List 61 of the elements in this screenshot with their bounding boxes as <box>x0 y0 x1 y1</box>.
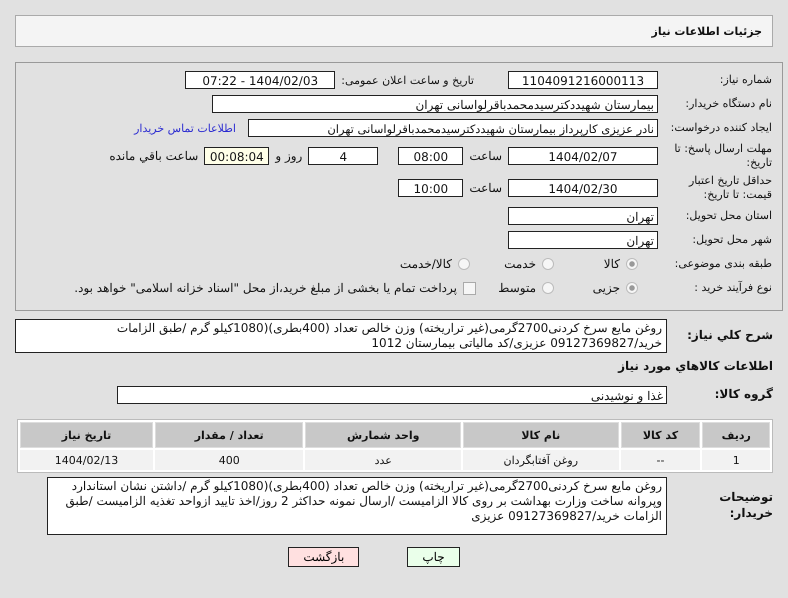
radio-label: کالا <box>602 257 620 271</box>
remaining-time-field: 00:08:04 <box>204 147 270 165</box>
time-label: ساعت <box>469 149 502 163</box>
column-header: کد کالا <box>620 422 700 448</box>
field-label: گروه کالا: <box>714 387 773 403</box>
radio-button[interactable] <box>542 258 554 270</box>
table-cell: روغن آفتابگردان <box>463 450 619 470</box>
need-number-field: 1104091216000113 <box>508 71 658 89</box>
radio-label: خدمت <box>503 257 536 271</box>
field-label: حداقل تاریخ اعتبار قیمت: تا تاریخ: <box>688 174 772 202</box>
validity-time-field: 10:00 <box>398 179 464 197</box>
radio-button[interactable] <box>542 282 554 294</box>
deadline-date-field: 1404/02/07 <box>508 147 658 165</box>
summary-field: روغن مایع سرخ کردنی2700گرمی(غیر تراریخته) وزن خالص تعداد (400بطری)(1080کیلو گرم /طبق الزامات خرید/09127369827 عزیزی/کد مالیاتی بیمارستان 1012 <box>15 319 667 353</box>
section-title: اطلاعات كالاهاي مورد نياز <box>616 359 773 373</box>
field-label: شرح كلي نياز: <box>686 328 773 344</box>
validity-date-field: 1404/02/30 <box>508 179 658 197</box>
time-label: ساعت <box>469 181 502 195</box>
days-field: 4 <box>308 147 378 165</box>
buyer-contact-link[interactable]: اطلاعات تماس خریدار <box>134 122 236 134</box>
table-cell: 400 <box>155 450 304 470</box>
radio-button[interactable] <box>626 258 638 270</box>
column-header: تاریخ نیاز <box>20 422 154 448</box>
field-label: نام دستگاه خریدار: <box>684 96 772 112</box>
city-field: تهران <box>508 231 658 249</box>
back-button[interactable]: بازگشت <box>288 547 360 567</box>
field-label: شهر محل تحویل: <box>691 232 772 248</box>
radio-label: متوسط <box>497 281 536 295</box>
field-label: توضیحات خریدار: <box>718 490 773 522</box>
field-label: تاریخ و ساعت اعلان عمومی: <box>341 74 474 86</box>
radio-label: کالا/خدمت <box>400 257 452 271</box>
column-header: نام کالا <box>463 422 619 448</box>
column-header: ردیف <box>702 422 770 448</box>
table-cell: عدد <box>305 450 462 470</box>
column-header: تعداد / مقدار <box>155 422 304 448</box>
goods-group-field: غذا و نوشیدنی <box>117 386 667 404</box>
field-label: طبقه بندی موضوعی: <box>674 256 772 272</box>
checkbox[interactable] <box>463 282 476 294</box>
buyer-field: بیمارستان شهیددکترسیدمحمدباقرلواسانی تهران <box>212 95 658 113</box>
table-cell: 1 <box>702 450 770 470</box>
days-label: روز و <box>275 149 302 163</box>
field-label: شماره نیاز: <box>718 72 772 88</box>
radio-button[interactable] <box>458 258 470 270</box>
print-button[interactable]: چاپ <box>407 547 460 567</box>
radio-label: جزیی <box>592 281 620 295</box>
announce-date-field: 1404/02/03 - 07:22 <box>185 71 336 89</box>
table-cell: 1404/02/13 <box>20 450 154 470</box>
remaining-label: ساعت باقي مانده <box>109 149 198 163</box>
payment-note: پرداخت تمام یا بخشی از مبلغ خرید،از محل "اسناد خزانه اسلامی" خواهد بود. <box>74 281 457 295</box>
table-cell: -- <box>620 450 700 470</box>
creator-field: نادر عزیزی کارپرداز بیمارستان شهیددکترسیدمحمدباقرلواسانی تهران <box>248 119 658 137</box>
province-field: تهران <box>508 207 658 225</box>
deadline-time-field: 08:00 <box>398 147 464 165</box>
field-label: استان محل تحویل: <box>684 208 772 224</box>
column-header: واحد شمارش <box>305 422 462 448</box>
field-label: مهلت ارسال پاسخ: تا تاریخ: <box>673 142 772 170</box>
field-label: نوع فرآیند خرید : <box>693 280 772 296</box>
field-label: ایجاد کننده درخواست: <box>670 120 772 136</box>
buyer-notes-field: روغن مایع سرخ کردنی2700گرمی(غیر تراریخته) وزن خالص تعداد (400بطری)(1080کیلو گرم /داشتن نشان استاندارد وپروانه ساخت وزارت بهداشت بر روی کالا الزامیست /ارسال نمونه حداکثر 2 روز/اخذ تایید ازواحد تغذیه الزامیست /طبق الزامات خرید/09127369827 عزیزی <box>47 477 667 535</box>
radio-button[interactable] <box>626 282 638 294</box>
page-title: جزئیات اطلاعات نیاز <box>652 24 762 38</box>
